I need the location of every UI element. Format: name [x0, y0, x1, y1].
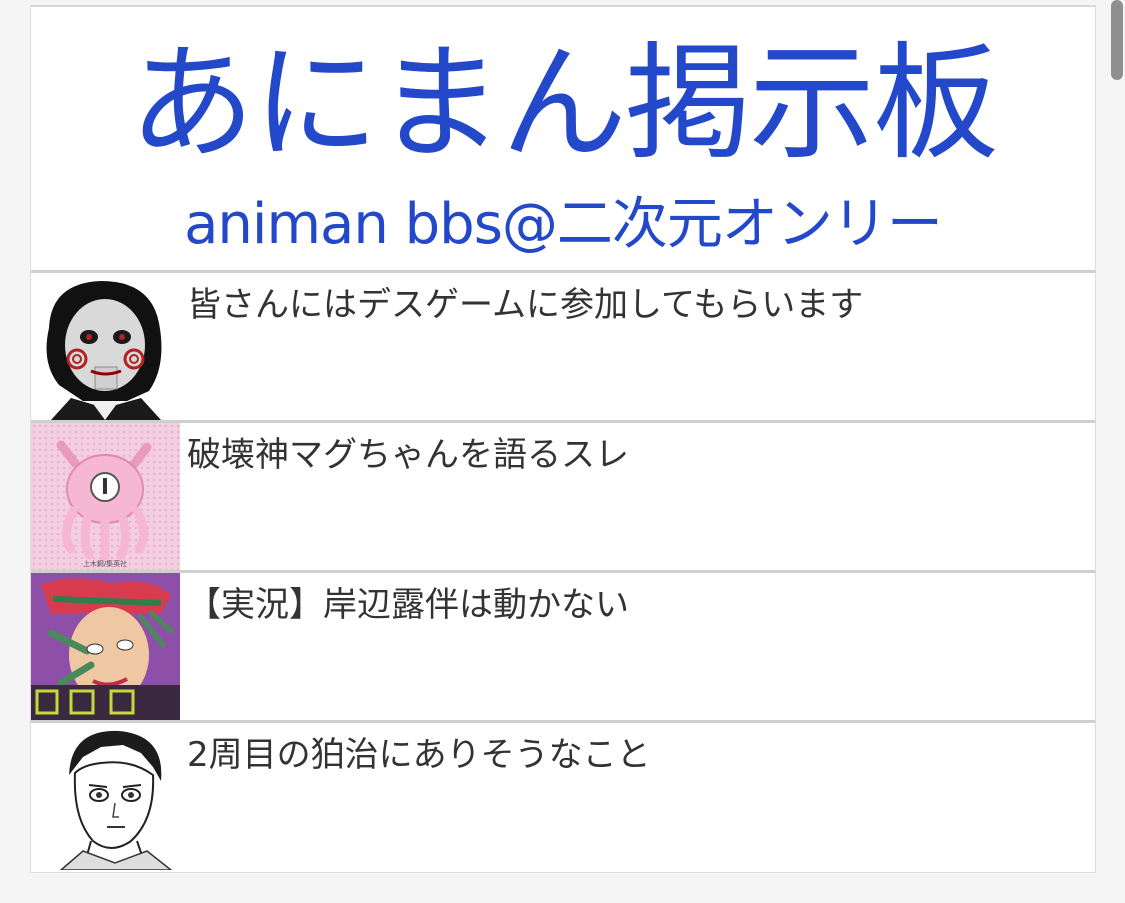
thread-row[interactable]: 【実況】岸辺露伴は動かない — [31, 573, 1095, 723]
manga-cover-thumbnail — [31, 573, 180, 720]
pink-octopus-thumbnail: 上木鋼/集英社 — [31, 423, 180, 570]
scrollbar[interactable] — [1111, 0, 1123, 80]
thread-row[interactable]: 上木鋼/集英社 破壊神マグちゃんを語るスレ — [31, 423, 1095, 573]
thread-title[interactable]: 破壊神マグちゃんを語るスレ — [187, 435, 1079, 475]
pink-octopus-image: 上木鋼/集英社 — [31, 423, 180, 570]
site-title[interactable]: あにまん掲示板 — [31, 29, 1095, 179]
puppet-mask-image — [31, 273, 180, 420]
puppet-mask-thumbnail — [31, 273, 180, 420]
manga-character-image — [31, 723, 180, 870]
page-container: あにまん掲示板 animan bbs@二次元オンリー 皆さんにはデスゲームに参加… — [30, 5, 1096, 873]
site-subtitle: animan bbs@二次元オンリー — [184, 192, 943, 257]
site-header[interactable]: あにまん掲示板 animan bbs@二次元オンリー — [31, 5, 1095, 273]
manga-character-thumbnail — [31, 723, 180, 870]
thread-row[interactable]: 2周目の狛治にありそうなこと — [31, 723, 1095, 873]
thread-list: 皆さんにはデスゲームに参加してもらいます 上木鋼/集英社 破壊神マグちゃんを語る… — [31, 273, 1095, 873]
thread-title[interactable]: 【実況】岸辺露伴は動かない — [187, 585, 1079, 625]
thumbnail-caption: 上木鋼/集英社 — [83, 559, 127, 568]
manga-cover-image — [31, 573, 180, 720]
thread-title[interactable]: 皆さんにはデスゲームに参加してもらいます — [187, 285, 1079, 325]
thread-row[interactable]: 皆さんにはデスゲームに参加してもらいます — [31, 273, 1095, 423]
thread-title[interactable]: 2周目の狛治にありそうなこと — [187, 735, 1079, 775]
